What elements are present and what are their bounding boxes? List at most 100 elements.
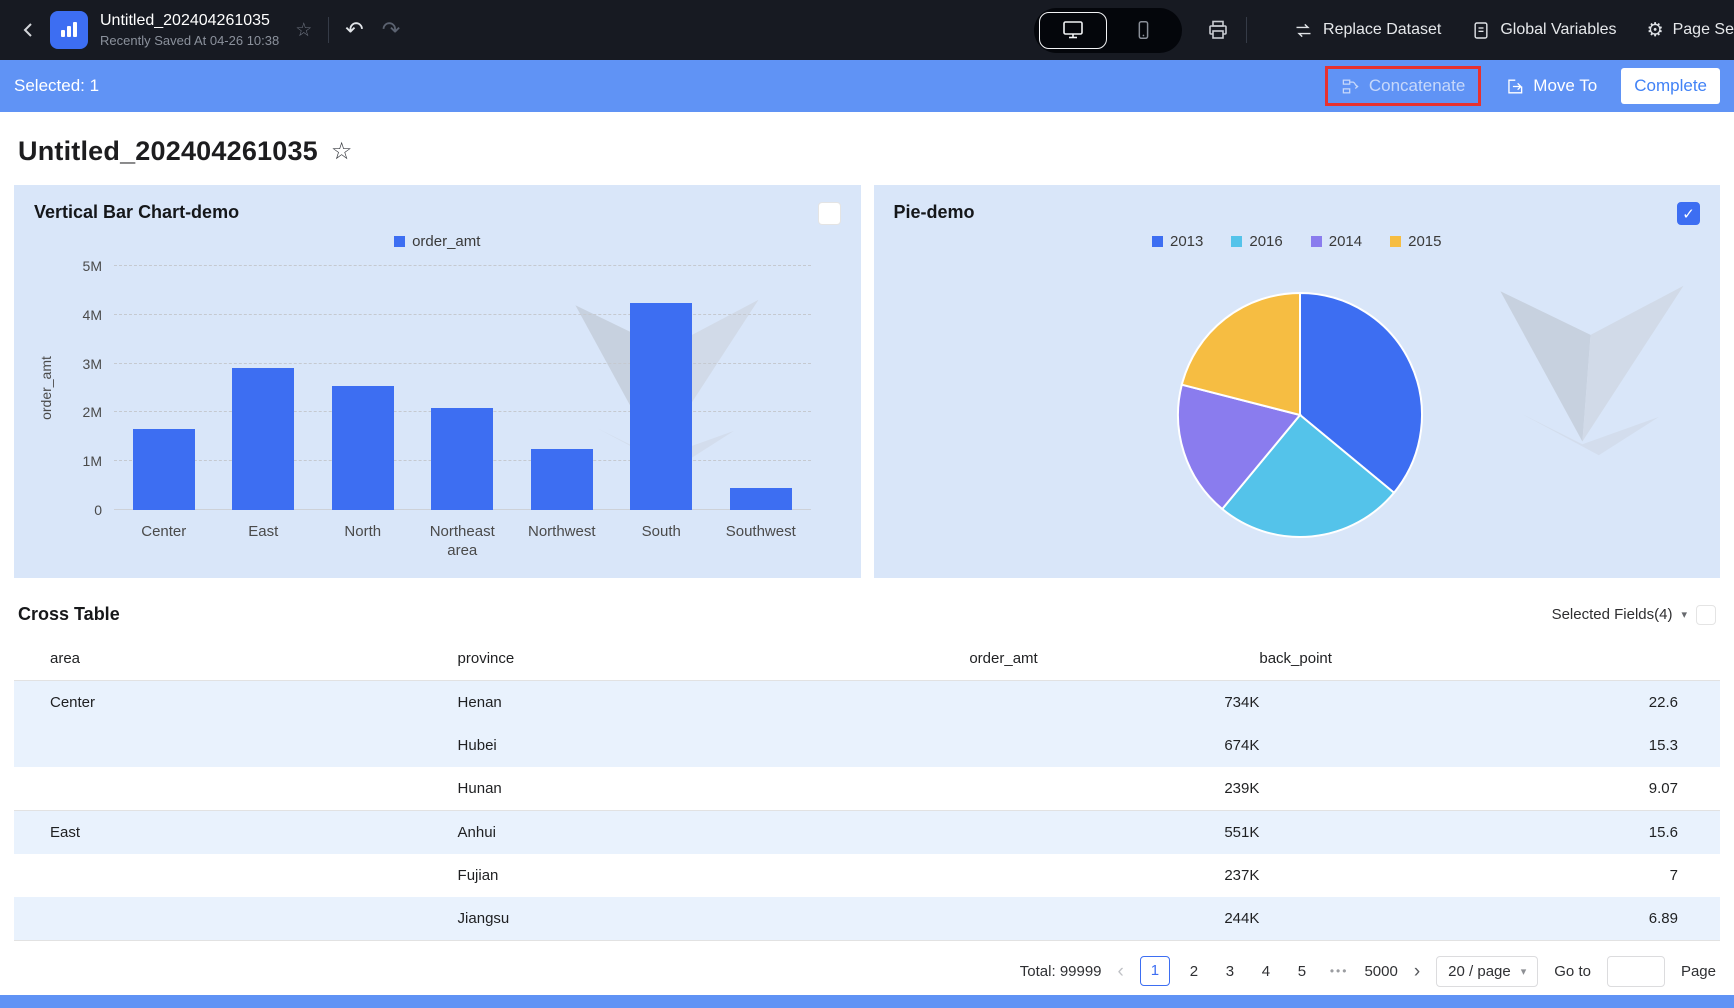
mobile-view-button[interactable] <box>1109 12 1177 49</box>
replace-dataset-label: Replace Dataset <box>1323 21 1441 39</box>
replace-dataset-button[interactable]: Replace Dataset <box>1293 20 1441 41</box>
selected-fields-label[interactable]: Selected Fields(4) <box>1552 606 1673 623</box>
x-tick: North <box>313 516 413 540</box>
legend-item-2014[interactable]: 2014 <box>1311 233 1362 250</box>
cell-area: East <box>14 811 458 855</box>
cell-amt: 551K <box>969 811 1259 855</box>
bar-chart-title: Vertical Bar Chart-demo <box>34 202 239 223</box>
cross-table-checkbox[interactable] <box>1696 605 1716 625</box>
legend-swatch <box>1152 236 1163 247</box>
watermark-logo <box>1484 283 1689 461</box>
cell-area <box>14 897 458 941</box>
pie-chart-card[interactable]: Pie-demo ✓ 2013 2016 2014 2015 <box>874 185 1721 578</box>
bar-North <box>332 386 394 510</box>
divider <box>1246 17 1247 43</box>
concatenate-label: Concatenate <box>1369 76 1465 96</box>
pie-chart <box>1166 281 1434 549</box>
bar-Northwest <box>531 449 593 510</box>
legend-item-2015[interactable]: 2015 <box>1390 233 1441 250</box>
pie-chart-legend: 2013 2016 2014 2015 <box>894 233 1701 250</box>
column-header-province[interactable]: province <box>458 637 970 681</box>
legend-item-order-amt[interactable]: order_amt <box>394 233 480 250</box>
document-title: Untitled_202404261035 <box>100 12 279 30</box>
cell-prov: Anhui <box>458 811 970 855</box>
back-icon[interactable] <box>16 19 42 41</box>
cell-amt: 244K <box>969 897 1259 941</box>
column-header-order-amt[interactable]: order_amt <box>969 637 1259 681</box>
global-variables-button[interactable]: Global Variables <box>1471 20 1616 41</box>
redo-icon[interactable]: ↷ <box>382 17 400 43</box>
x-tick: Center <box>114 516 214 540</box>
page-button-5[interactable]: 5 <box>1290 963 1314 980</box>
table-row: Hubei674K15.3 <box>14 724 1720 767</box>
page-button-last[interactable]: 5000 <box>1364 963 1397 980</box>
cell-area <box>14 724 458 767</box>
chevron-down-icon: ▾ <box>1521 965 1527 978</box>
undo-icon[interactable]: ↶ <box>345 17 363 43</box>
y-tick: 0 <box>94 502 102 518</box>
x-tick: Northeast <box>413 516 513 540</box>
page-ellipsis[interactable]: ••• <box>1330 964 1349 978</box>
cell-amt: 674K <box>969 724 1259 767</box>
cell-amt: 239K <box>969 767 1259 811</box>
legend-item-2013[interactable]: 2013 <box>1152 233 1203 250</box>
cell-bp: 22.6 <box>1259 681 1720 725</box>
next-page-icon[interactable]: › <box>1414 962 1420 981</box>
save-status: Recently Saved At 04-26 10:38 <box>100 33 279 48</box>
total-count-label: Total: 99999 <box>1020 963 1102 980</box>
y-tick: 4M <box>83 307 102 323</box>
pie-chart-checkbox[interactable]: ✓ <box>1677 202 1700 225</box>
bar-x-axis-title: area <box>114 540 811 564</box>
legend-label: order_amt <box>412 233 480 250</box>
table-row: Fujian237K7 <box>14 854 1720 897</box>
bar-x-labels: CenterEastNorthNortheastNorthwestSouthSo… <box>114 510 811 540</box>
cross-table-card[interactable]: Cross Table Selected Fields(4) ▾ area pr… <box>14 604 1720 941</box>
page-button-3[interactable]: 3 <box>1218 963 1242 980</box>
legend-swatch <box>1390 236 1401 247</box>
goto-label: Go to <box>1554 963 1591 980</box>
cell-prov: Jiangsu <box>458 897 970 941</box>
y-tick: 5M <box>83 258 102 274</box>
x-tick: Northwest <box>512 516 612 540</box>
column-header-back-point[interactable]: back_point <box>1259 637 1720 681</box>
page-star-icon[interactable]: ☆ <box>331 137 353 166</box>
goto-page-input[interactable] <box>1607 956 1665 987</box>
bar-chart-card[interactable]: Vertical Bar Chart-demo order_amt order_… <box>14 185 861 578</box>
cell-area <box>14 767 458 811</box>
gear-icon: ⚙ <box>1647 19 1664 42</box>
page-word-label: Page <box>1681 963 1716 980</box>
page-settings-button[interactable]: ⚙ Page Se <box>1647 19 1734 42</box>
x-tick: Southwest <box>711 516 811 540</box>
desktop-view-button[interactable] <box>1039 12 1107 49</box>
chevron-down-icon[interactable]: ▾ <box>1681 608 1687 621</box>
page-button-1[interactable]: 1 <box>1140 956 1170 986</box>
page-button-2[interactable]: 2 <box>1182 963 1206 980</box>
page-size-value: 20 / page <box>1448 963 1511 980</box>
bar-chart-checkbox[interactable] <box>818 202 841 225</box>
complete-button[interactable]: Complete <box>1621 68 1720 104</box>
cell-area: Center <box>14 681 458 725</box>
page-button-4[interactable]: 4 <box>1254 963 1278 980</box>
bar-y-axis-title: order_amt <box>38 356 54 420</box>
x-tick: East <box>214 516 314 540</box>
legend-swatch <box>1311 236 1322 247</box>
concatenate-button[interactable]: Concatenate <box>1325 66 1481 106</box>
print-icon[interactable] <box>1206 18 1230 42</box>
move-to-button[interactable]: Move To <box>1505 76 1597 96</box>
bar-East <box>232 368 294 510</box>
device-toggle[interactable] <box>1034 8 1182 53</box>
x-tick: South <box>612 516 712 540</box>
cell-prov: Hubei <box>458 724 970 767</box>
bar-South <box>630 303 692 510</box>
cross-table-title: Cross Table <box>18 604 120 625</box>
page-title: Untitled_202404261035 <box>18 136 318 167</box>
page-size-select[interactable]: 20 / page ▾ <box>1436 956 1538 987</box>
cross-table-body: CenterHenan734K22.6Hubei674K15.3Hunan239… <box>14 681 1720 941</box>
column-header-area[interactable]: area <box>14 637 458 681</box>
legend-item-2016[interactable]: 2016 <box>1231 233 1282 250</box>
favorite-star-icon[interactable]: ☆ <box>295 19 312 42</box>
prev-page-icon[interactable]: ‹ <box>1118 962 1124 981</box>
cell-prov: Fujian <box>458 854 970 897</box>
pie-chart-title: Pie-demo <box>894 202 975 223</box>
cell-amt: 237K <box>969 854 1259 897</box>
